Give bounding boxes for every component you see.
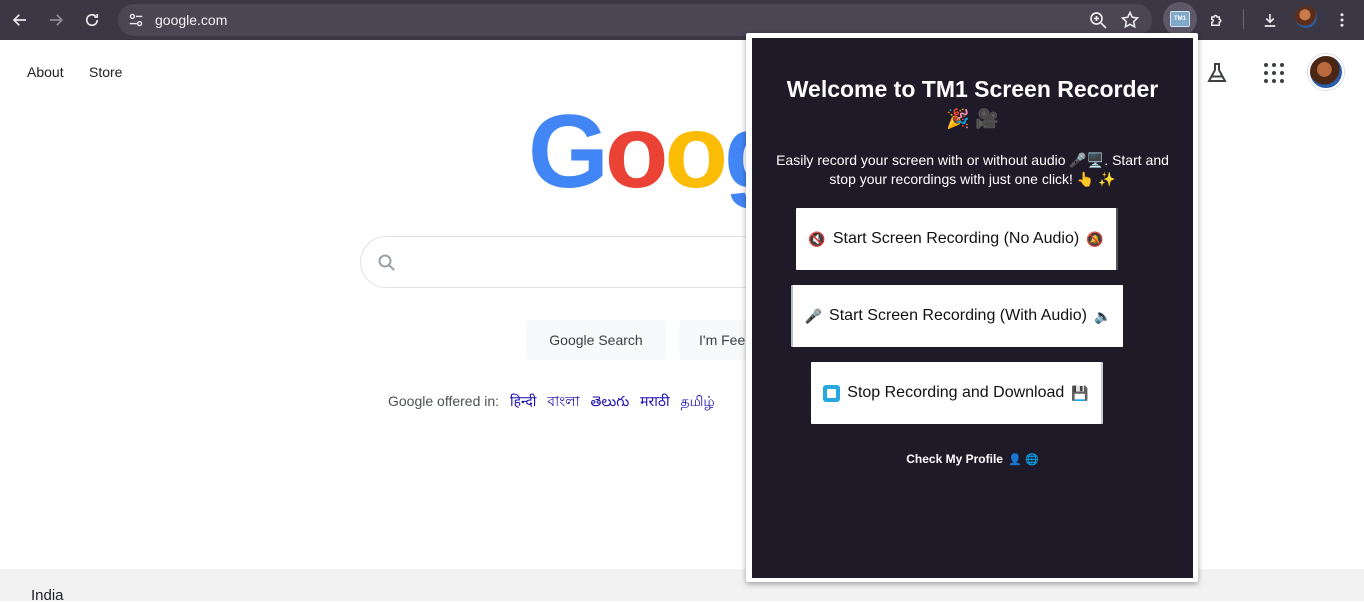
tm1-extension-icon: TM1: [1170, 11, 1190, 27]
downloads-icon[interactable]: [1254, 4, 1286, 36]
microphone-icon: 🎤: [804, 307, 823, 324]
footer-country: India: [31, 587, 64, 604]
floppy-disk-icon: 💾: [1071, 384, 1089, 401]
offered-in-label: Google offered in:: [388, 393, 500, 409]
labs-flask-icon[interactable]: [1205, 61, 1229, 85]
language-link-marathi[interactable]: मराठी: [640, 393, 669, 409]
url-text: google.com: [155, 12, 228, 28]
about-link[interactable]: About: [27, 64, 64, 80]
bookmark-star-icon[interactable]: [1120, 10, 1140, 30]
toolbar-separator: [1243, 9, 1244, 29]
stop-download-label: Stop Recording and Download: [847, 384, 1065, 401]
site-settings-icon[interactable]: [126, 10, 146, 30]
muted-speaker-icon: 🔇: [808, 230, 826, 247]
language-link-tamil[interactable]: தமிழ்: [680, 393, 714, 409]
start-with-audio-label: Start Screen Recording (With Audio): [829, 307, 1087, 324]
extensions-puzzle-icon[interactable]: [1201, 4, 1233, 36]
language-link-hindi[interactable]: हिन्दी: [510, 393, 536, 409]
forward-arrow-icon[interactable]: [40, 4, 72, 36]
google-account-avatar[interactable]: [1308, 54, 1344, 90]
party-camera-icon: 🎉 🎥: [946, 109, 999, 130]
start-recording-no-audio-button[interactable]: 🔇 Start Screen Recording (No Audio) 🔕: [796, 208, 1118, 270]
bell-off-icon: 🔕: [1086, 230, 1104, 247]
speaker-icon: 🔈: [1093, 307, 1112, 324]
zoom-icon[interactable]: [1088, 10, 1108, 30]
profile-avatar[interactable]: [1295, 6, 1317, 28]
popup-title: Welcome to TM1 Screen Recorder: [786, 76, 1159, 102]
google-search-button[interactable]: Google Search: [526, 320, 666, 360]
tm1-extension-button[interactable]: TM1: [1163, 2, 1197, 36]
address-bar[interactable]: google.com: [118, 4, 1152, 36]
check-profile-link[interactable]: Check My Profile 👤 🌐: [752, 452, 1193, 466]
language-link-bengali[interactable]: বাংলা: [547, 393, 579, 409]
check-profile-label: Check My Profile: [906, 452, 1003, 466]
person-globe-icon: 👤 🌐: [1008, 454, 1039, 466]
stop-square-icon: [823, 384, 841, 402]
start-no-audio-label: Start Screen Recording (No Audio): [832, 230, 1080, 247]
popup-description: Easily record your screen with or withou…: [776, 152, 1169, 187]
start-recording-with-audio-button[interactable]: 🎤 Start Screen Recording (With Audio) 🔈: [791, 285, 1123, 347]
screen-recorder-popup: Welcome to TM1 Screen Recorder 🎉 🎥 Easil…: [752, 38, 1193, 578]
search-icon: [377, 253, 397, 273]
store-link[interactable]: Store: [89, 64, 122, 80]
stop-recording-download-button[interactable]: Stop Recording and Download 💾: [811, 362, 1103, 424]
back-arrow-icon[interactable]: [4, 4, 36, 36]
google-apps-grid-icon[interactable]: [1262, 61, 1286, 85]
browser-menu-icon[interactable]: [1326, 4, 1358, 36]
languages-offered: Google offered in: हिन्दी বাংলা తెలుగు म…: [388, 390, 715, 414]
reload-icon[interactable]: [76, 4, 108, 36]
language-link-telugu[interactable]: తెలుగు: [591, 393, 630, 409]
